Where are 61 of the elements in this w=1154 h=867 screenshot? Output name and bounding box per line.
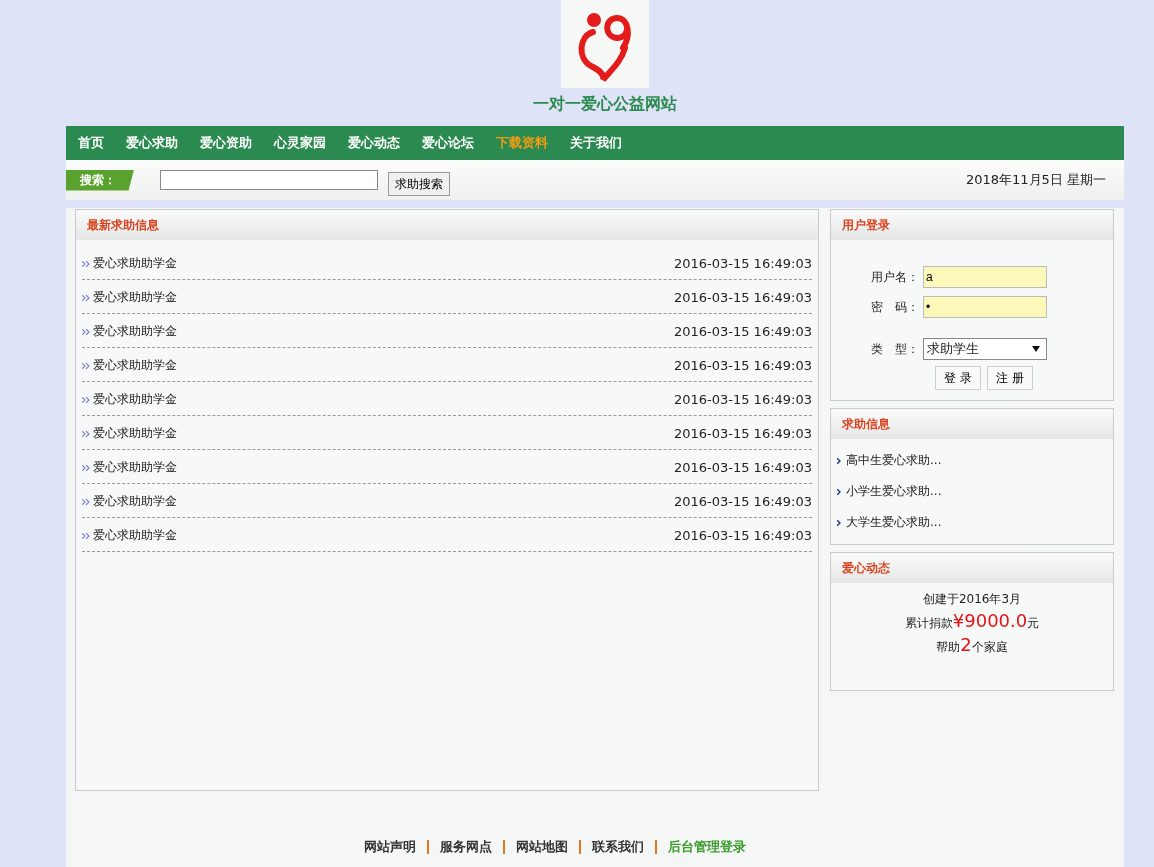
- post-time: 2016-03-15 16:49:03: [673, 460, 812, 475]
- help-link[interactable]: 爱心求助助学金: [93, 289, 177, 306]
- post-time: 2016-03-15 16:49:03: [673, 256, 812, 271]
- nav-link[interactable]: 爱心求助: [126, 134, 178, 152]
- post-time: 2016-03-15 16:49:03: [673, 426, 812, 441]
- double-arrow-icon: [82, 362, 90, 369]
- search-label: 搜索：: [66, 169, 134, 191]
- double-arrow-icon: [82, 396, 90, 403]
- login-form-button[interactable]: 注 册: [987, 366, 1033, 390]
- stat-line: 创建于2016年3月: [922, 591, 1022, 608]
- chevron-icon: [837, 457, 841, 464]
- double-arrow-icon: [82, 260, 90, 267]
- search-field[interactable]: [160, 170, 378, 190]
- nav-link[interactable]: 首页: [78, 134, 104, 152]
- post-time: 2016-03-15 16:49:03: [673, 290, 812, 305]
- post-time: 2016-03-15 16:49:03: [673, 494, 812, 509]
- help-link[interactable]: 爱心求助助学金: [93, 323, 177, 340]
- double-arrow-icon: [82, 328, 90, 335]
- nav-link[interactable]: 爱心动态: [348, 134, 400, 152]
- post-time: 2016-03-15 16:49:03: [673, 528, 812, 543]
- double-arrow-icon: [82, 294, 90, 301]
- password-label: 密 码：: [871, 298, 920, 316]
- double-arrow-icon: [82, 430, 90, 437]
- help-link[interactable]: 爱心求助助学金: [93, 255, 177, 272]
- help-link[interactable]: 大学生爱心求助...: [846, 514, 942, 531]
- nav-link[interactable]: 心灵家园: [274, 134, 326, 152]
- help-link[interactable]: 爱心求助助学金: [93, 357, 177, 374]
- post-time: 2016-03-15 16:49:03: [673, 324, 812, 339]
- dropdown-arrow-icon: [1032, 346, 1040, 352]
- help-link[interactable]: 爱心求助助学金: [93, 527, 177, 544]
- site-title: 一对一爱心公益网站: [533, 93, 677, 115]
- post-time: 2016-03-15 16:49:03: [673, 392, 812, 407]
- type-dropdown[interactable]: 求助学生: [923, 338, 1047, 360]
- help-link[interactable]: 爱心求助助学金: [93, 493, 177, 510]
- stat-line: 累计捐款¥9000.0元: [904, 610, 1040, 633]
- chevron-icon: [837, 488, 841, 495]
- double-arrow-icon: [82, 532, 90, 539]
- help-link[interactable]: 爱心求助助学金: [93, 459, 177, 476]
- nav-link[interactable]: 爱心论坛: [422, 134, 474, 152]
- username-label: 用户名：: [871, 268, 920, 286]
- footer-link[interactable]: 服务网点: [440, 838, 492, 856]
- help-link[interactable]: 爱心求助助学金: [93, 391, 177, 408]
- nav-link[interactable]: 关于我们: [570, 134, 622, 152]
- help-link[interactable]: 高中生爱心求助...: [846, 452, 942, 469]
- type-label: 类 型：: [871, 340, 920, 358]
- stat-line: 帮助2个家庭: [936, 634, 1008, 657]
- help-link[interactable]: 小学生爱心求助...: [846, 483, 942, 500]
- double-arrow-icon: [82, 498, 90, 505]
- chevron-icon: [837, 519, 841, 526]
- post-time: 2016-03-15 16:49:03: [673, 358, 812, 373]
- search-button[interactable]: 求助搜索: [388, 172, 450, 196]
- footer-link[interactable]: 联系我们: [592, 838, 644, 856]
- password-field[interactable]: •: [923, 296, 1047, 318]
- footer-link[interactable]: 网站地图: [516, 838, 568, 856]
- help-link[interactable]: 爱心求助助学金: [93, 425, 177, 442]
- footer-link[interactable]: 网站声明: [364, 838, 416, 856]
- double-arrow-icon: [82, 464, 90, 471]
- date-text: 2018年11月5日 星期一: [965, 171, 1106, 189]
- nav-link[interactable]: 爱心资助: [200, 134, 252, 152]
- login-form-button[interactable]: 登 录: [935, 366, 981, 390]
- username-field[interactable]: a: [923, 266, 1047, 288]
